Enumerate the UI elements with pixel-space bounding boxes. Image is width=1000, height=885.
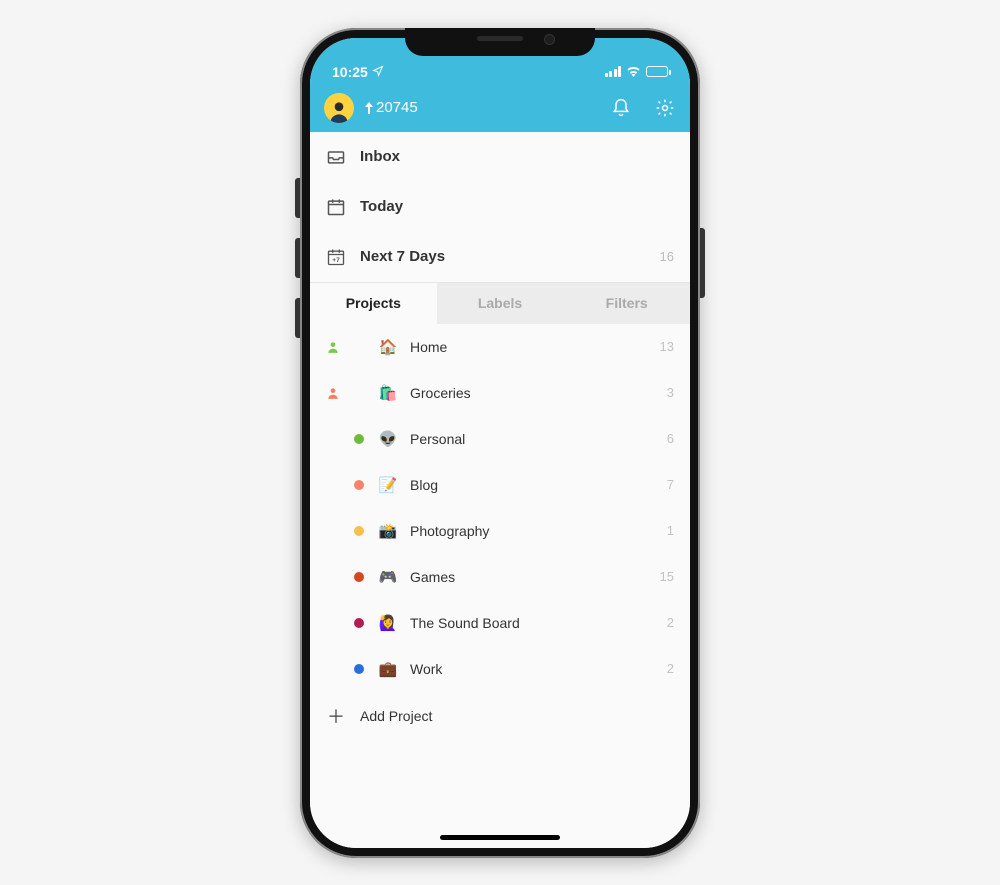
wifi-icon — [626, 64, 641, 80]
nav-today[interactable]: Today — [310, 182, 690, 232]
project-name: Personal — [410, 431, 655, 447]
project-row[interactable]: 🏠 Home 13 — [310, 324, 690, 370]
project-emoji-icon: 🛍️ — [378, 384, 398, 402]
project-emoji-icon: 🏠 — [378, 338, 398, 356]
calendar-today-icon — [326, 197, 346, 217]
project-count: 2 — [667, 615, 674, 630]
project-name: Blog — [410, 477, 655, 493]
plus-icon: ＋ — [326, 703, 346, 729]
project-count: 3 — [667, 385, 674, 400]
phone-frame: 10:25 20745 — [300, 28, 700, 858]
project-row[interactable]: 🛍️ Groceries 3 — [310, 370, 690, 416]
tab-labels[interactable]: Labels — [437, 283, 564, 324]
project-color-dot — [354, 434, 364, 444]
project-emoji-icon: 📸 — [378, 522, 398, 540]
home-indicator[interactable] — [440, 835, 560, 840]
tab-bar: Projects Labels Filters — [310, 282, 690, 324]
project-emoji-icon: 💼 — [378, 660, 398, 678]
project-color-dot — [354, 480, 364, 490]
nav-inbox[interactable]: Inbox — [310, 132, 690, 182]
shared-person-icon — [326, 386, 340, 400]
project-row[interactable]: 👽 Personal 6 — [310, 416, 690, 462]
location-arrow-icon — [372, 64, 384, 80]
project-list: 🏠 Home 13 🛍️ Groceries 3 👽 Personal 6 📝 Blog 7 📸 Phot… — [310, 324, 690, 692]
notch — [405, 28, 595, 56]
project-name: The Sound Board — [410, 615, 655, 631]
project-name: Games — [410, 569, 648, 585]
tab-projects[interactable]: Projects — [310, 283, 437, 324]
project-count: 2 — [667, 661, 674, 676]
tab-filters[interactable]: Filters — [563, 283, 690, 324]
nav-label: Inbox — [360, 148, 660, 165]
shared-person-icon — [326, 340, 340, 354]
gear-icon[interactable] — [654, 97, 676, 119]
project-row[interactable]: 📸 Photography 1 — [310, 508, 690, 554]
project-count: 1 — [667, 523, 674, 538]
battery-icon — [646, 66, 668, 77]
project-emoji-icon: 👽 — [378, 430, 398, 448]
svg-text:+7: +7 — [332, 257, 340, 264]
project-count: 6 — [667, 431, 674, 446]
nav-next7days[interactable]: +7 Next 7 Days 16 — [310, 232, 690, 282]
add-project-button[interactable]: ＋ Add Project — [310, 692, 690, 740]
project-color-dot — [354, 618, 364, 628]
project-row[interactable]: 🙋‍♀️ The Sound Board 2 — [310, 600, 690, 646]
project-row[interactable]: 💼 Work 2 — [310, 646, 690, 692]
status-time: 10:25 — [332, 64, 368, 80]
project-emoji-icon: 🙋‍♀️ — [378, 614, 398, 632]
project-color-dot — [354, 572, 364, 582]
project-name: Home — [410, 339, 648, 355]
project-name: Photography — [410, 523, 655, 539]
project-emoji-icon: 🎮 — [378, 568, 398, 586]
nav-count: 16 — [660, 249, 674, 264]
project-count: 13 — [660, 339, 674, 354]
project-count: 15 — [660, 569, 674, 584]
bell-icon[interactable] — [610, 97, 632, 119]
project-row[interactable]: 📝 Blog 7 — [310, 462, 690, 508]
project-color-dot — [354, 664, 364, 674]
avatar[interactable] — [324, 93, 354, 123]
screen: 10:25 20745 — [310, 38, 690, 848]
nav-label: Next 7 Days — [360, 248, 646, 265]
nav-label: Today — [360, 198, 660, 215]
project-count: 7 — [667, 477, 674, 492]
app-header: 20745 — [310, 84, 690, 132]
project-name: Groceries — [410, 385, 655, 401]
cellular-signal-icon — [605, 66, 622, 77]
project-color-dot — [354, 526, 364, 536]
calendar-week-icon: +7 — [326, 247, 346, 267]
inbox-icon — [326, 147, 346, 167]
project-row[interactable]: 🎮 Games 15 — [310, 554, 690, 600]
main-content: Inbox Today +7 Next 7 Days 16 Projects — [310, 132, 690, 848]
add-project-label: Add Project — [360, 708, 432, 724]
project-name: Work — [410, 661, 655, 677]
karma-score[interactable]: 20745 — [364, 99, 418, 116]
project-emoji-icon: 📝 — [378, 476, 398, 494]
